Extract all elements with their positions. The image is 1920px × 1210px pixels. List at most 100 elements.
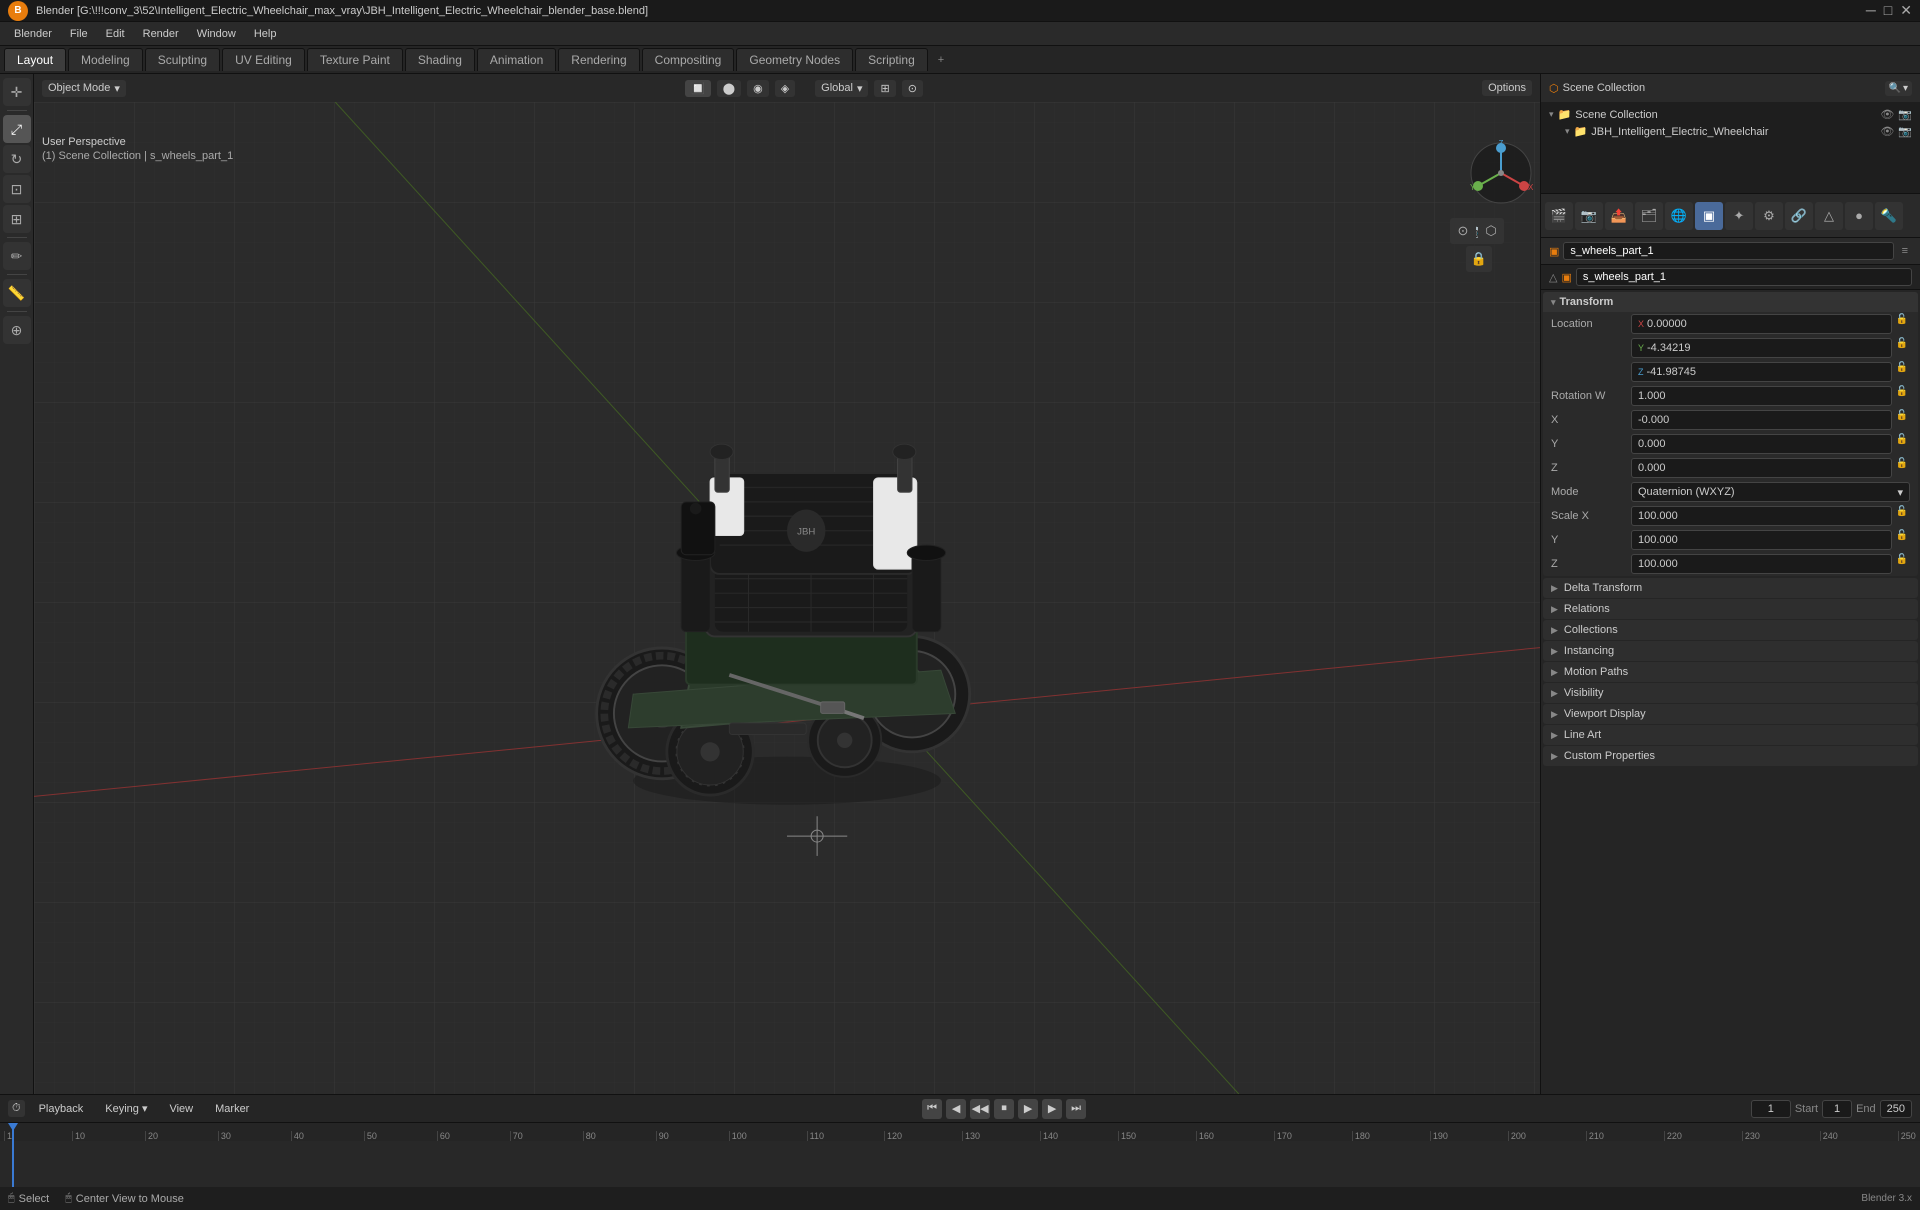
location-z[interactable]: Z-41.98745	[1631, 362, 1892, 382]
prop-output-icon[interactable]: 📤	[1605, 202, 1633, 230]
rotation-z[interactable]: 0.000	[1631, 458, 1892, 478]
lock-sx[interactable]: 🔓	[1894, 506, 1910, 526]
mode-selector[interactable]: Object Mode ▾	[42, 80, 126, 97]
tab-modeling[interactable]: Modeling	[68, 48, 143, 71]
prop-scene-icon[interactable]: 🎬	[1545, 202, 1573, 230]
menu-file[interactable]: File	[62, 26, 96, 42]
keying-menu[interactable]: Keying ▾	[97, 1100, 155, 1117]
tab-scripting[interactable]: Scripting	[855, 48, 928, 71]
scale-y[interactable]: 100.000	[1631, 530, 1892, 550]
menu-edit[interactable]: Edit	[98, 26, 133, 42]
instancing-section[interactable]: ▶ Instancing	[1543, 641, 1918, 661]
collections-section[interactable]: ▶ Collections	[1543, 620, 1918, 640]
prop-data-icon[interactable]: △	[1815, 202, 1843, 230]
tool-measure[interactable]: 📏	[3, 279, 31, 307]
jump-end-btn[interactable]: ⏭	[1066, 1099, 1086, 1119]
tab-add[interactable]: +	[930, 50, 952, 70]
prop-constraints-icon[interactable]: 🔗	[1785, 202, 1813, 230]
lock-sy[interactable]: 🔓	[1894, 530, 1910, 550]
prop-world-icon[interactable]: 🌐	[1665, 202, 1693, 230]
menu-help[interactable]: Help	[246, 26, 285, 42]
stop-btn[interactable]: ⏹	[994, 1099, 1014, 1119]
marker-menu[interactable]: Marker	[207, 1101, 257, 1117]
prop-object-icon[interactable]: ▣	[1695, 202, 1723, 230]
tab-compositing[interactable]: Compositing	[642, 48, 735, 71]
minimize-btn[interactable]: ─	[1866, 2, 1876, 19]
delta-transform-section[interactable]: ▶ Delta Transform	[1543, 578, 1918, 598]
menu-blender[interactable]: Blender	[6, 26, 60, 42]
tool-add[interactable]: ⊕	[3, 316, 31, 344]
custom-properties-section[interactable]: ▶ Custom Properties	[1543, 746, 1918, 766]
step-back-btn[interactable]: ◀	[946, 1099, 966, 1119]
prop-view-layer-icon[interactable]: 🗂	[1635, 202, 1663, 230]
prop-render-icon[interactable]: 📷	[1575, 202, 1603, 230]
tool-rotate[interactable]: ↻	[3, 145, 31, 173]
playback-menu[interactable]: Playback	[31, 1101, 92, 1117]
tool-annotate[interactable]: ✏	[3, 242, 31, 270]
render2-icon[interactable]: 📷	[1898, 125, 1912, 138]
tab-shading[interactable]: Shading	[405, 48, 475, 71]
prop-name-dots[interactable]: ≡	[1898, 245, 1912, 257]
data-name-input[interactable]	[1576, 268, 1912, 286]
tool-move[interactable]: ⤢	[3, 115, 31, 143]
global-local-toggle[interactable]: Global ▾	[815, 80, 868, 97]
prop-material-icon[interactable]: ●	[1845, 202, 1873, 230]
tool-transform[interactable]: ⊞	[3, 205, 31, 233]
outliner-search[interactable]: 🔍 ▾	[1885, 81, 1912, 96]
jump-start-btn[interactable]: ⏮	[922, 1099, 942, 1119]
start-frame[interactable]: 1	[1822, 1100, 1852, 1118]
visibility-section[interactable]: ▶ Visibility	[1543, 683, 1918, 703]
step-forward-btn[interactable]: ▶	[1042, 1099, 1062, 1119]
relations-section[interactable]: ▶ Relations	[1543, 599, 1918, 619]
motion-paths-section[interactable]: ▶ Motion Paths	[1543, 662, 1918, 682]
prop-particles-icon[interactable]: ✦	[1725, 202, 1753, 230]
viewport-shading-material[interactable]: ◉	[747, 80, 769, 97]
lock-sz[interactable]: 🔓	[1894, 554, 1910, 574]
viewport-shading-render[interactable]: ◈	[775, 80, 795, 97]
viewport-shading-solid[interactable]: ⬤	[717, 80, 741, 97]
xray-btn[interactable]: ⬡	[1478, 218, 1504, 244]
tab-animation[interactable]: Animation	[477, 48, 556, 71]
wheelchair-collection-row[interactable]: ▾ 📁 JBH_Intelligent_Electric_Wheelchair …	[1545, 123, 1916, 140]
tool-scale[interactable]: ⊡	[3, 175, 31, 203]
eye-icon[interactable]: 👁	[1880, 108, 1894, 121]
timeline-icon[interactable]: ⏱	[8, 1100, 25, 1117]
play-btn[interactable]: ▶	[1018, 1099, 1038, 1119]
lock-z[interactable]: 🔓	[1894, 362, 1910, 382]
lock-rx[interactable]: 🔓	[1894, 410, 1910, 430]
title-bar-controls[interactable]: ─ □ ✕	[1866, 2, 1912, 19]
menu-render[interactable]: Render	[135, 26, 187, 42]
view-menu[interactable]: View	[161, 1101, 201, 1117]
rotation-x[interactable]: -0.000	[1631, 410, 1892, 430]
lock-x[interactable]: 🔓	[1894, 314, 1910, 334]
location-y[interactable]: Y-4.34219	[1631, 338, 1892, 358]
tool-cursor[interactable]: ✛	[3, 78, 31, 106]
lock-y[interactable]: 🔓	[1894, 338, 1910, 358]
object-name-input[interactable]	[1563, 242, 1893, 260]
current-frame[interactable]: 1	[1751, 1100, 1791, 1118]
scale-z[interactable]: 100.000	[1631, 554, 1892, 574]
overlay-btn[interactable]: ⊙	[1450, 218, 1476, 244]
reverse-play-btn[interactable]: ◀◀	[970, 1099, 990, 1119]
end-frame[interactable]: 250	[1880, 1100, 1912, 1118]
viewport[interactable]: Object Mode ▾ 🔲 ⬤ ◉ ◈ Global ▾ ⊞ ⊙ Optio…	[34, 74, 1540, 1094]
transform-section-header[interactable]: ▾ Transform	[1543, 292, 1918, 312]
scale-x[interactable]: 100.000	[1631, 506, 1892, 526]
options-btn[interactable]: Options	[1482, 80, 1532, 96]
maximize-btn[interactable]: □	[1884, 2, 1892, 19]
mode-dropdown[interactable]: Quaternion (WXYZ) ▾	[1631, 482, 1910, 502]
lock-rz[interactable]: 🔓	[1894, 458, 1910, 478]
prop-shader-icon[interactable]: 🔦	[1875, 202, 1903, 230]
proportional-edit-btn[interactable]: ⊙	[902, 80, 923, 97]
line-art-section[interactable]: ▶ Line Art	[1543, 725, 1918, 745]
tab-uv-editing[interactable]: UV Editing	[222, 48, 305, 71]
eye2-icon[interactable]: 👁	[1880, 125, 1894, 138]
lock-camera-btn[interactable]: 🔒	[1466, 246, 1492, 272]
menu-window[interactable]: Window	[189, 26, 244, 42]
close-btn[interactable]: ✕	[1900, 2, 1912, 19]
timeline-content[interactable]	[0, 1141, 1920, 1187]
location-x[interactable]: X0.00000	[1631, 314, 1892, 334]
timeline-ruler[interactable]: 1 10 20 30 40 50 60 70 80 90 100 110 120…	[0, 1123, 1920, 1187]
lock-ry[interactable]: 🔓	[1894, 434, 1910, 454]
lock-rw[interactable]: 🔓	[1894, 386, 1910, 406]
